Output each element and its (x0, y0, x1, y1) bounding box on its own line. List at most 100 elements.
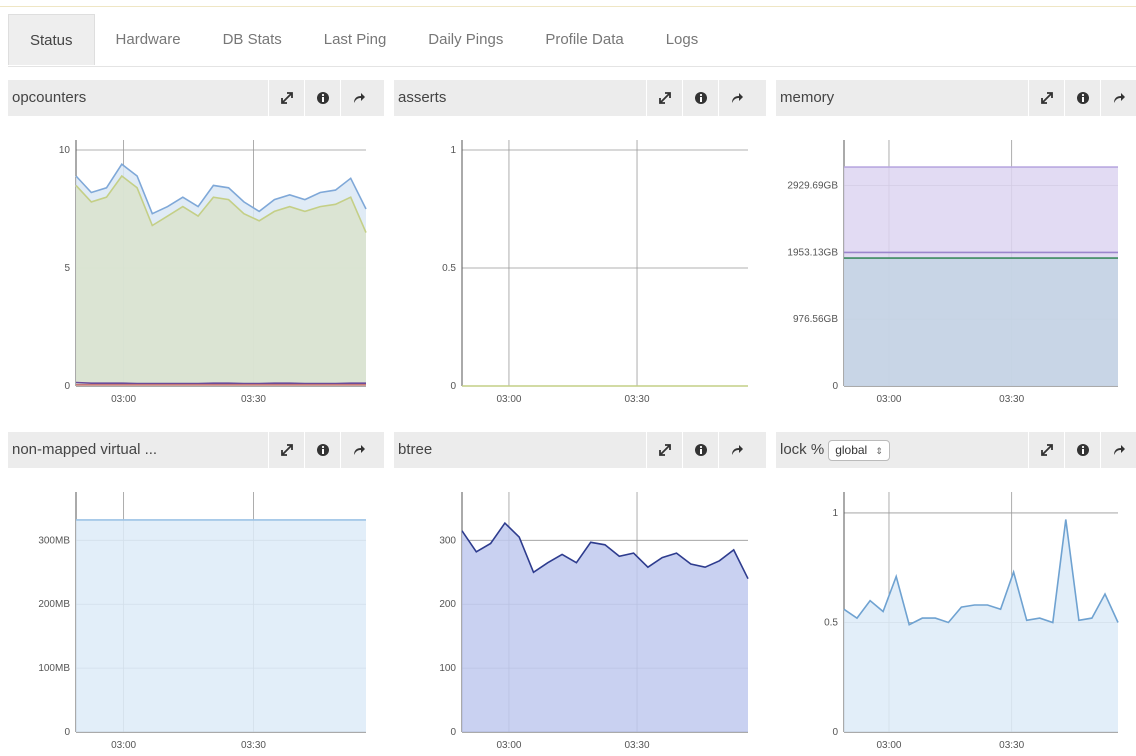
share-button[interactable] (718, 432, 755, 468)
panel-header: non-mapped virtual ... (8, 432, 384, 468)
opcounters-chart: 0 5 10 03:00 03:30 (59, 140, 367, 405)
tab-profile-data[interactable]: Profile Data (524, 14, 644, 64)
x-tick-label: 03:30 (999, 740, 1024, 751)
share-button[interactable] (1100, 80, 1136, 116)
info-button[interactable] (682, 432, 719, 468)
panel-btree: btree 0 100 200 300 03:00 03:30 (394, 432, 766, 756)
share-button[interactable] (1100, 432, 1136, 468)
expand-icon (658, 91, 672, 105)
non-mapped-virtual-chart: 0 100MB 200MB 300MB 03:00 03:30 (38, 492, 366, 751)
lock-scope-select[interactable]: global ⇕ (828, 439, 890, 461)
select-arrows-icon: ⇕ (875, 445, 883, 456)
expand-button[interactable] (1028, 80, 1065, 116)
x-tick-label: 03:30 (241, 740, 266, 751)
lock-scope-value: global (835, 442, 868, 457)
y-tick-label: 0 (64, 727, 70, 738)
panel-lock: lock % global ⇕ 0 0.5 1 03:00 03:30 (776, 432, 1136, 756)
y-tick-label: 10 (59, 145, 71, 156)
expand-icon (280, 443, 294, 457)
expand-icon (1040, 443, 1054, 457)
tab-hardware[interactable]: Hardware (95, 14, 202, 64)
share-icon (730, 91, 744, 105)
panel-header: opcounters (8, 80, 384, 116)
y-tick-label: 976.56GB (793, 314, 838, 325)
share-icon (352, 91, 366, 105)
info-icon (316, 91, 330, 105)
expand-button[interactable] (268, 80, 305, 116)
top-accent-line (0, 0, 1136, 7)
info-icon (316, 443, 330, 457)
panel-title: lock % global ⇕ (780, 432, 890, 468)
tab-status[interactable]: Status (8, 14, 95, 65)
share-button[interactable] (340, 432, 377, 468)
panel-title: memory (780, 89, 835, 106)
panel-title: opcounters (12, 89, 87, 106)
x-tick-label: 03:00 (876, 394, 901, 405)
y-tick-label: 300MB (38, 535, 70, 546)
info-button[interactable] (1064, 432, 1101, 468)
share-icon (1112, 91, 1126, 105)
panel-memory: memory 0 976.56GB 1953.13GB 2929.69GB 03:00 0… (776, 80, 1136, 410)
y-tick-label: 0 (450, 381, 456, 392)
tab-db-stats[interactable]: DB Stats (202, 14, 303, 64)
share-icon (352, 443, 366, 457)
expand-icon (1040, 91, 1054, 105)
panel-title: btree (398, 441, 433, 458)
y-tick-label: 1 (450, 145, 456, 156)
panel-header: lock % global ⇕ (776, 432, 1136, 468)
y-tick-label: 1 (832, 508, 838, 519)
info-icon (694, 443, 708, 457)
info-icon (1076, 91, 1090, 105)
panel-header: btree (394, 432, 766, 468)
series-area (76, 519, 366, 732)
x-tick-label: 03:00 (111, 394, 136, 405)
y-tick-label: 300 (439, 535, 456, 546)
info-icon (694, 91, 708, 105)
panel-header: asserts (394, 80, 766, 116)
panel-title: asserts (398, 89, 447, 106)
y-tick-label: 1953.13GB (787, 247, 838, 258)
y-tick-label: 0 (832, 727, 838, 738)
y-tick-label: 0 (832, 381, 838, 392)
panel-title: non-mapped virtual ... (12, 441, 158, 458)
series-area (462, 523, 748, 732)
panel-opcounters: opcounters 0 5 10 03:00 03:30 (8, 80, 384, 410)
share-icon (1112, 443, 1126, 457)
panel-asserts: asserts 0 0.5 1 03:00 03:30 (394, 80, 766, 410)
expand-button[interactable] (646, 80, 683, 116)
y-tick-label: 0 (64, 381, 70, 392)
expand-button[interactable] (268, 432, 305, 468)
tab-logs[interactable]: Logs (645, 14, 720, 64)
memory-chart: 0 976.56GB 1953.13GB 2929.69GB 03:00 03:30 (787, 140, 1118, 405)
info-icon (1076, 443, 1090, 457)
x-tick-label: 03:30 (999, 394, 1024, 405)
y-tick-label: 100MB (38, 663, 70, 674)
share-button[interactable] (340, 80, 377, 116)
tab-last-ping[interactable]: Last Ping (303, 14, 408, 64)
y-tick-label: 0.5 (824, 617, 838, 628)
series-area (76, 176, 366, 386)
info-button[interactable] (682, 80, 719, 116)
series-area (844, 258, 1118, 386)
x-tick-label: 03:00 (111, 740, 136, 751)
x-tick-label: 03:30 (624, 394, 649, 405)
x-tick-label: 03:00 (496, 740, 521, 751)
tab-daily-pings[interactable]: Daily Pings (407, 14, 524, 64)
info-button[interactable] (304, 432, 341, 468)
share-icon (730, 443, 744, 457)
y-tick-label: 5 (64, 263, 70, 274)
x-tick-label: 03:30 (241, 394, 266, 405)
lock-chart: 0 0.5 1 03:00 03:30 (824, 492, 1119, 751)
expand-button[interactable] (1028, 432, 1065, 468)
info-button[interactable] (1064, 80, 1101, 116)
expand-icon (280, 91, 294, 105)
info-button[interactable] (304, 80, 341, 116)
lock-title-label: lock % (780, 441, 825, 458)
share-button[interactable] (718, 80, 755, 116)
y-tick-label: 2929.69GB (787, 181, 838, 192)
expand-button[interactable] (646, 432, 683, 468)
y-tick-label: 100 (439, 663, 456, 674)
asserts-chart: 0 0.5 1 03:00 03:30 (442, 140, 748, 405)
series-area (844, 519, 1118, 732)
expand-icon (658, 443, 672, 457)
